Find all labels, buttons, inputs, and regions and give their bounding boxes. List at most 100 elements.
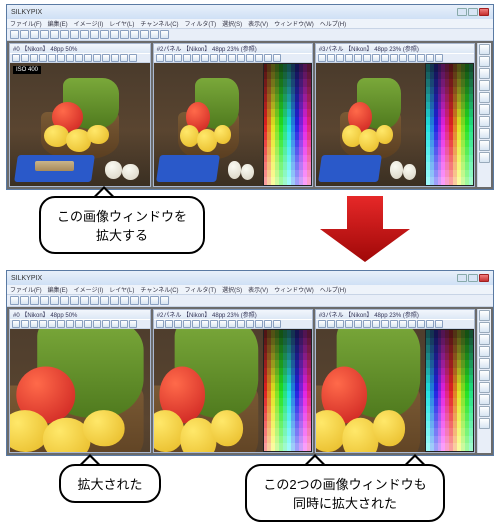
panel-tool-button[interactable] — [336, 54, 344, 62]
panel-tool-button[interactable] — [39, 54, 47, 62]
panel-tool-button[interactable] — [174, 320, 182, 328]
menu-image[interactable]: イメージ(I) — [71, 285, 107, 294]
toolbox-button[interactable] — [479, 80, 490, 91]
panel-title[interactable]: #0 【Nikon】 48pp 50% — [10, 44, 150, 53]
panel-tool-button[interactable] — [327, 54, 335, 62]
panel-title[interactable]: #2パネル 【Nikon】 48pp 23% (参照) — [154, 44, 312, 53]
menu-select[interactable]: 選択(S) — [219, 19, 245, 28]
toolbar-button[interactable] — [160, 30, 169, 39]
toolbox-button[interactable] — [479, 92, 490, 103]
panel-tool-button[interactable] — [273, 54, 281, 62]
toolbox-button[interactable] — [479, 370, 490, 381]
panel-tool-button[interactable] — [102, 320, 110, 328]
panel-tool-button[interactable] — [201, 54, 209, 62]
color-palette[interactable] — [263, 63, 312, 186]
panel-tool-button[interactable] — [12, 54, 20, 62]
toolbar-button[interactable] — [20, 296, 29, 305]
toolbar-button[interactable] — [80, 30, 89, 39]
toolbar-button[interactable] — [60, 296, 69, 305]
panel-tool-button[interactable] — [210, 320, 218, 328]
toolbox-button[interactable] — [479, 358, 490, 369]
panel-tool-button[interactable] — [111, 54, 119, 62]
menu-window[interactable]: ウィンドウ(W) — [271, 285, 317, 294]
panel-tool-button[interactable] — [219, 320, 227, 328]
panel-tool-button[interactable] — [12, 320, 20, 328]
toolbar-button[interactable] — [150, 30, 159, 39]
panel-tool-button[interactable] — [57, 54, 65, 62]
panel-tool-button[interactable] — [21, 54, 29, 62]
panel-tool-button[interactable] — [174, 54, 182, 62]
menu-view[interactable]: 表示(V) — [245, 19, 271, 28]
panel-tool-button[interactable] — [381, 54, 389, 62]
menu-help[interactable]: ヘルプ(H) — [317, 19, 349, 28]
panel-tool-button[interactable] — [165, 320, 173, 328]
panel-tool-button[interactable] — [66, 320, 74, 328]
panel-tool-button[interactable] — [30, 54, 38, 62]
panel-tool-button[interactable] — [75, 54, 83, 62]
menu-edit[interactable]: 編集(E) — [45, 19, 71, 28]
panel-tool-button[interactable] — [327, 320, 335, 328]
panel-tool-button[interactable] — [129, 54, 137, 62]
menu-image[interactable]: イメージ(I) — [71, 19, 107, 28]
toolbar-button[interactable] — [70, 296, 79, 305]
maximize-icon[interactable] — [468, 8, 478, 16]
panel-tool-button[interactable] — [408, 320, 416, 328]
image-view[interactable] — [316, 329, 425, 452]
toolbar-button[interactable] — [140, 296, 149, 305]
toolbar-button[interactable] — [130, 30, 139, 39]
image-view[interactable] — [154, 329, 263, 452]
toolbar-button[interactable] — [110, 30, 119, 39]
panel-tool-button[interactable] — [39, 320, 47, 328]
toolbox-button[interactable] — [479, 56, 490, 67]
image-view[interactable]: ISO 400 — [10, 63, 150, 186]
toolbar-button[interactable] — [140, 30, 149, 39]
close-icon[interactable] — [479, 274, 489, 282]
panel-tool-button[interactable] — [84, 320, 92, 328]
panel-tool-button[interactable] — [264, 54, 272, 62]
panel-tool-button[interactable] — [165, 54, 173, 62]
toolbar-button[interactable] — [60, 30, 69, 39]
toolbox-button[interactable] — [479, 382, 490, 393]
panel-tool-button[interactable] — [102, 54, 110, 62]
panel-tool-button[interactable] — [264, 320, 272, 328]
toolbar-button[interactable] — [70, 30, 79, 39]
panel-tool-button[interactable] — [228, 320, 236, 328]
menu-layer[interactable]: レイヤ(L) — [106, 19, 137, 28]
panel-tool-button[interactable] — [93, 54, 101, 62]
panel-tool-button[interactable] — [417, 54, 425, 62]
panel-tool-button[interactable] — [372, 320, 380, 328]
panel-tool-button[interactable] — [318, 54, 326, 62]
panel-tool-button[interactable] — [192, 320, 200, 328]
panel-tool-button[interactable] — [246, 54, 254, 62]
panel-tool-button[interactable] — [21, 320, 29, 328]
panel-tool-button[interactable] — [345, 54, 353, 62]
panel-tool-button[interactable] — [129, 320, 137, 328]
image-view[interactable] — [154, 63, 263, 186]
minimize-icon[interactable] — [457, 274, 467, 282]
toolbar-button[interactable] — [50, 30, 59, 39]
minimize-icon[interactable] — [457, 8, 467, 16]
panel-tool-button[interactable] — [246, 320, 254, 328]
panel-tool-button[interactable] — [363, 320, 371, 328]
panel-tool-button[interactable] — [345, 320, 353, 328]
toolbar-button[interactable] — [80, 296, 89, 305]
panel-tool-button[interactable] — [120, 320, 128, 328]
panel-tool-button[interactable] — [192, 54, 200, 62]
panel-title[interactable]: #0 【Nikon】 48pp 50% — [10, 310, 150, 319]
menu-window[interactable]: ウィンドウ(W) — [271, 19, 317, 28]
panel-tool-button[interactable] — [237, 320, 245, 328]
menu-edit[interactable]: 編集(E) — [45, 285, 71, 294]
toolbar-button[interactable] — [30, 30, 39, 39]
image-view[interactable] — [316, 63, 425, 186]
toolbox-button[interactable] — [479, 334, 490, 345]
panel-tool-button[interactable] — [426, 320, 434, 328]
menu-filter[interactable]: フィルタ(T) — [182, 285, 220, 294]
menu-filter[interactable]: フィルタ(T) — [182, 19, 220, 28]
toolbox-button[interactable] — [479, 140, 490, 151]
panel-tool-button[interactable] — [372, 54, 380, 62]
toolbox-button[interactable] — [479, 310, 490, 321]
toolbar-button[interactable] — [50, 296, 59, 305]
toolbox-button[interactable] — [479, 104, 490, 115]
color-palette[interactable] — [263, 329, 312, 452]
panel-tool-button[interactable] — [75, 320, 83, 328]
